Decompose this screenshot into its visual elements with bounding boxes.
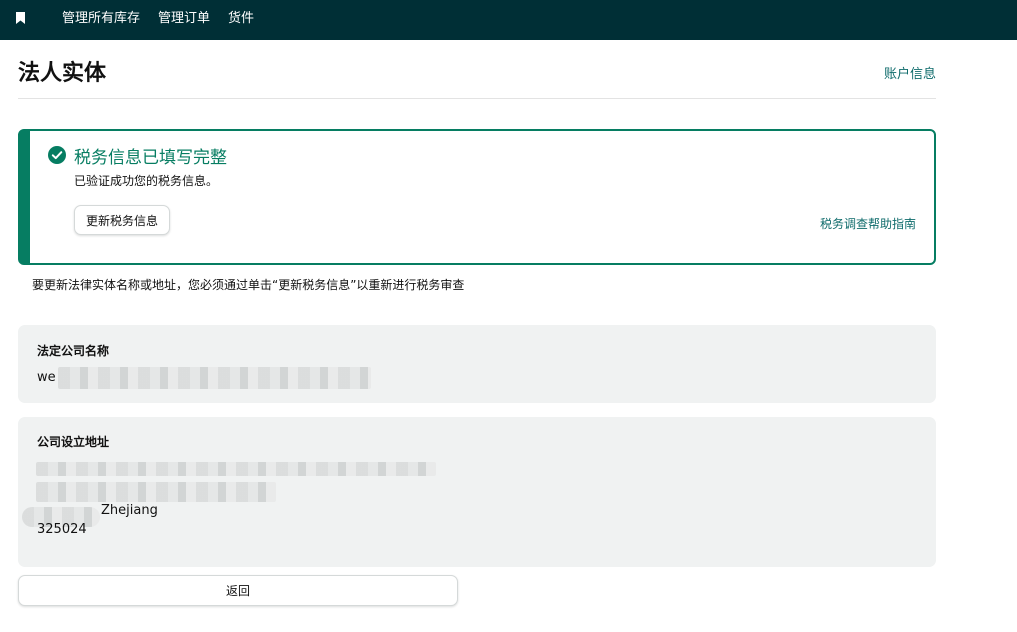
tax-interview-help-link[interactable]: 税务调查帮助指南	[820, 215, 916, 232]
company-name-value: we	[37, 370, 56, 385]
update-instruction-text: 要更新法律实体名称或地址，您必须通过单击“更新税务信息”以重新进行税务审查	[32, 278, 465, 292]
tax-info-success-alert: 税务信息已填写完整 已验证成功您的税务信息。 更新税务信息 税务调查帮助指南	[18, 129, 936, 265]
company-name-card: 法定公司名称 we	[18, 325, 936, 403]
redacted-mosaic	[36, 462, 436, 476]
page-title: 法人实体	[18, 61, 107, 86]
address-postal-code: 325024	[37, 522, 87, 537]
divider	[18, 98, 936, 99]
top-nav-bar: 管理所有库存 管理订单 货件	[0, 0, 1017, 40]
nav-manage-inventory[interactable]: 管理所有库存	[62, 10, 140, 28]
update-tax-info-button[interactable]: 更新税务信息	[74, 205, 171, 235]
account-info-link[interactable]: 账户信息	[884, 63, 936, 82]
nav-manage-orders[interactable]: 管理订单	[158, 10, 210, 28]
company-address-card: 公司设立地址 Zhejiang 325024	[18, 417, 936, 567]
company-name-label: 法定公司名称	[37, 344, 110, 358]
alert-subtitle: 已验证成功您的税务信息。	[74, 174, 219, 188]
alert-title: 税务信息已填写完整	[74, 148, 227, 168]
bookmark-icon[interactable]	[16, 12, 25, 24]
address-province: Zhejiang	[101, 503, 158, 518]
redacted-mosaic	[58, 367, 371, 389]
nav-shipments[interactable]: 货件	[228, 10, 254, 28]
company-address-label: 公司设立地址	[37, 435, 110, 449]
back-button[interactable]: 返回	[18, 575, 458, 606]
check-circle-icon	[48, 146, 66, 164]
redacted-mosaic	[36, 482, 276, 502]
